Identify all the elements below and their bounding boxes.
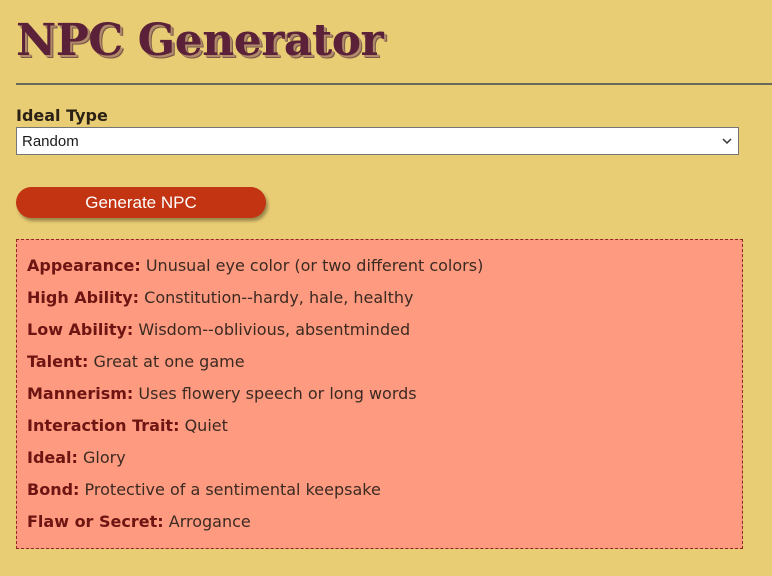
chevron-down-icon [722, 138, 732, 145]
trait-row-flaw-or-secret: Flaw or Secret: Arrogance [27, 506, 732, 538]
trait-row-mannerism: Mannerism: Uses flowery speech or long w… [27, 378, 732, 410]
trait-value: Great at one game [93, 352, 245, 371]
trait-row-interaction-trait: Interaction Trait: Quiet [27, 410, 732, 442]
trait-row-high-ability: High Ability: Constitution--hardy, hale,… [27, 282, 732, 314]
trait-row-ideal: Ideal: Glory [27, 442, 732, 474]
trait-value: Uses flowery speech or long words [138, 384, 417, 403]
trait-label: High Ability: [27, 288, 140, 307]
trait-label: Ideal: [27, 448, 78, 467]
trait-label: Interaction Trait: [27, 416, 180, 435]
trait-row-low-ability: Low Ability: Wisdom--oblivious, absentmi… [27, 314, 732, 346]
ideal-type-selected-value: Random [22, 133, 79, 150]
trait-value: Constitution--hardy, hale, healthy [144, 288, 414, 307]
ideal-type-select[interactable]: Random [16, 127, 739, 155]
trait-value: Unusual eye color (or two different colo… [145, 256, 484, 275]
trait-value: Arrogance [168, 512, 251, 531]
generate-npc-button[interactable]: Generate NPC [16, 187, 266, 218]
npc-result-panel: Appearance: Unusual eye color (or two di… [16, 239, 743, 549]
trait-label: Flaw or Secret: [27, 512, 164, 531]
trait-row-appearance: Appearance: Unusual eye color (or two di… [27, 250, 732, 282]
trait-label: Mannerism: [27, 384, 134, 403]
trait-value: Quiet [184, 416, 228, 435]
trait-row-talent: Talent: Great at one game [27, 346, 732, 378]
title-divider [16, 83, 772, 85]
trait-label: Appearance: [27, 256, 141, 275]
trait-value: Protective of a sentimental keepsake [84, 480, 381, 499]
trait-value: Wisdom--oblivious, absentminded [138, 320, 411, 339]
trait-row-bond: Bond: Protective of a sentimental keepsa… [27, 474, 732, 506]
trait-label: Low Ability: [27, 320, 134, 339]
trait-label: Bond: [27, 480, 80, 499]
page-title: NPC Generator [16, 15, 384, 66]
trait-value: Glory [83, 448, 126, 467]
trait-label: Talent: [27, 352, 89, 371]
ideal-type-label: Ideal Type [16, 106, 108, 125]
